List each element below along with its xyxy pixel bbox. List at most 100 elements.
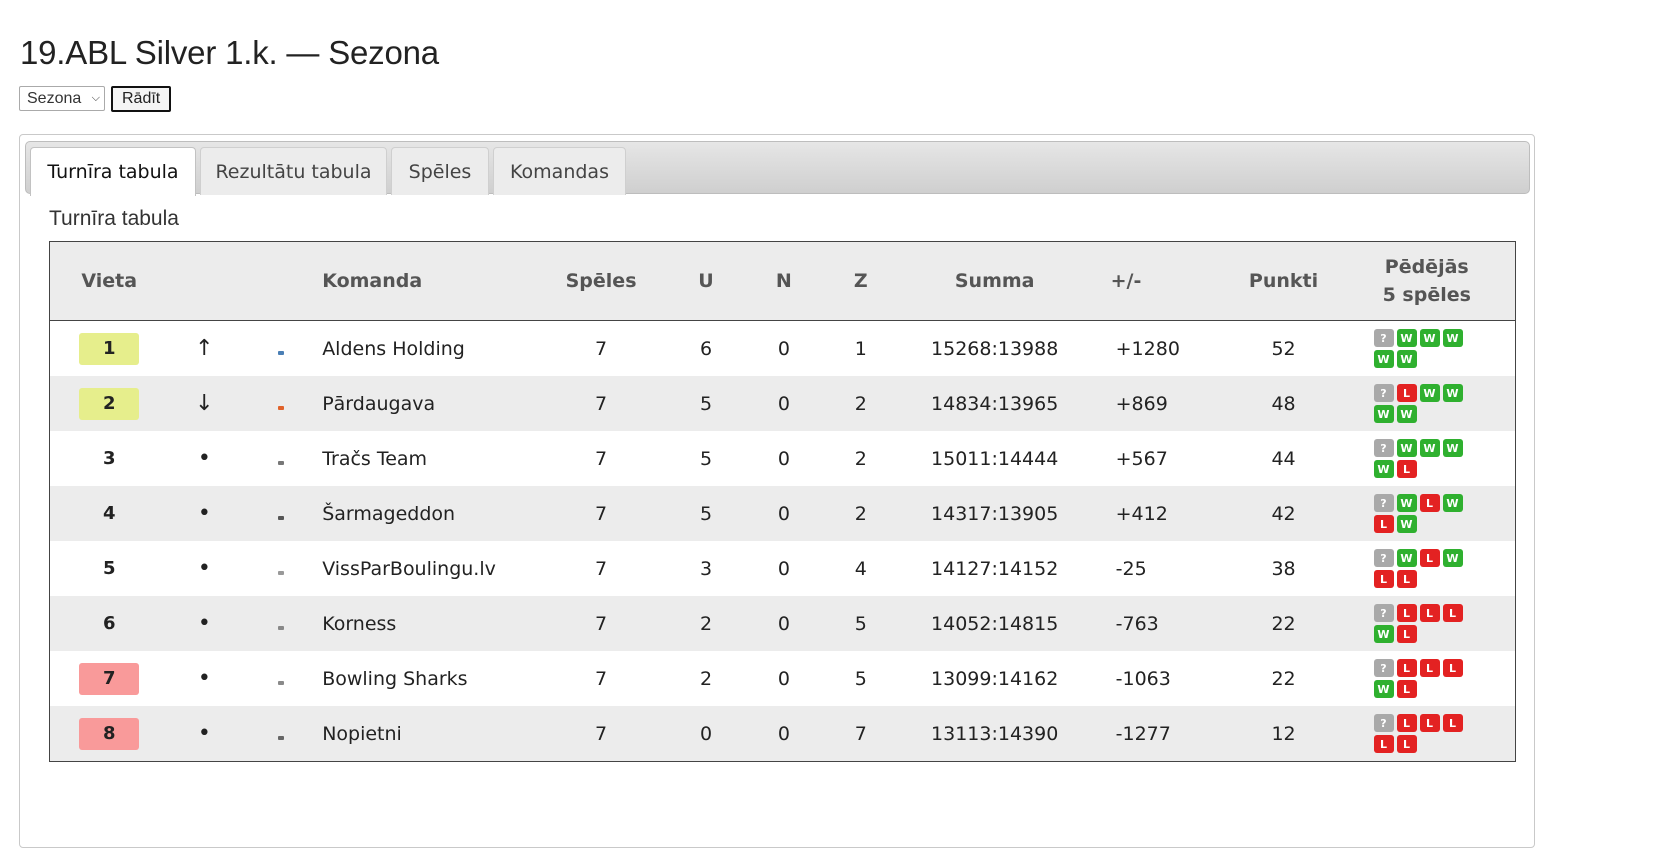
diff-cell: -1063 bbox=[1115, 667, 1171, 690]
team-name-link[interactable]: Korness bbox=[322, 613, 396, 635]
show-button[interactable]: Rādīt bbox=[111, 86, 172, 112]
table-row[interactable]: 3 • Tračs Team 7 5 0 2 15011:14444 +567 44? W W W W L bbox=[50, 431, 1516, 486]
header-games[interactable]: Spēles bbox=[545, 241, 658, 321]
table-row[interactable]: 4 • Šarmageddon 7 5 0 2 14317:13905 +412 42? W L W L W bbox=[49, 486, 1516, 541]
sum-cell: 14834:13965 bbox=[908, 376, 1081, 431]
sum-cell: 14127:14152 bbox=[931, 557, 1059, 580]
diff-cell: +412 bbox=[1080, 486, 1229, 541]
losses-cell: 5 bbox=[854, 667, 867, 690]
last-five-form: ? W L W L L bbox=[1339, 549, 1474, 588]
form-result-badge: ? bbox=[1373, 549, 1394, 567]
tab-results[interactable]: Rezultātu tabula bbox=[200, 147, 387, 195]
chevron-down-icon: ⌵ bbox=[91, 92, 100, 104]
header-team[interactable]: Komanda bbox=[322, 241, 546, 321]
table-row[interactable]: 7 • Bowling Sharks 7 2 0 5 13099:14162 -1063 22? L… bbox=[50, 651, 1516, 706]
form-result-badge: L bbox=[1442, 714, 1463, 732]
team-name-link[interactable]: VissParBoulingu.lv bbox=[322, 558, 496, 580]
trend-indicator: • bbox=[197, 501, 211, 526]
games-cell: 7 bbox=[545, 486, 658, 541]
form-result-badge: W bbox=[1373, 460, 1394, 478]
header-points[interactable]: Punkti bbox=[1228, 241, 1339, 321]
rank-badge: 7 bbox=[79, 662, 140, 695]
points-cell: 38 bbox=[1271, 557, 1296, 580]
team-logo bbox=[278, 625, 285, 630]
form-result-badge: ? bbox=[1373, 384, 1394, 402]
page-title: 19.ABL Silver 1.k. — Sezona bbox=[20, 34, 439, 71]
form-result-badge: W bbox=[1373, 680, 1394, 698]
tabs-panel: Turnīra tabula Rezultātu tabula Spēles K… bbox=[19, 134, 1535, 848]
trend-indicator: • bbox=[197, 611, 211, 636]
header-draws[interactable]: N bbox=[754, 241, 813, 321]
last-five-form: ? W W W W W bbox=[1339, 329, 1474, 368]
rank-badge: 1 bbox=[79, 332, 140, 365]
table-row[interactable]: 6 • Korness 7 2 0 5 14052:14815 -763 22? L L L W L bbox=[49, 596, 1516, 651]
team-name-link[interactable]: Bowling Sharks bbox=[322, 668, 467, 690]
table-row[interactable]: 1 ↑ Aldens Holding 7 6 0 1 15268:13988 +1280 52? W… bbox=[50, 321, 1516, 377]
form-result-badge: W bbox=[1442, 329, 1463, 347]
form-result-badge: ? bbox=[1373, 659, 1394, 677]
last-five-form: ? W W W W L bbox=[1339, 439, 1474, 478]
header-diff[interactable]: +/- bbox=[1080, 241, 1229, 321]
season-filter: Sezona ⌵ Rādīt bbox=[19, 86, 172, 112]
rank-badge: 3 bbox=[102, 447, 116, 469]
points-cell: 42 bbox=[1228, 486, 1339, 541]
sum-cell: 13113:14390 bbox=[908, 706, 1081, 762]
losses-cell: 2 bbox=[812, 486, 909, 541]
wins-cell: 2 bbox=[657, 596, 755, 651]
header-losses[interactable]: Z bbox=[812, 241, 909, 321]
losses-cell: 7 bbox=[812, 706, 909, 762]
form-result-badge: L bbox=[1442, 659, 1463, 677]
team-logo bbox=[278, 680, 285, 685]
header-wins[interactable]: U bbox=[657, 241, 755, 321]
wins-cell: 2 bbox=[699, 667, 713, 690]
last-five-form: ? L L L W L bbox=[1339, 604, 1474, 643]
table-row[interactable]: 5 • VissParBoulingu.lv 7 3 0 4 14127:14152 -25 38… bbox=[50, 541, 1516, 596]
team-name-link[interactable]: Pārdaugava bbox=[322, 393, 435, 415]
trend-indicator: • bbox=[197, 666, 211, 691]
table-row[interactable]: 2 ↓ Pārdaugava 7 5 0 2 14834:13965 +869 48? L W W W W bbox=[49, 376, 1516, 431]
form-result-badge: ? bbox=[1373, 714, 1394, 732]
form-result-badge: L bbox=[1396, 460, 1417, 478]
sum-cell: 14317:13905 bbox=[908, 486, 1081, 541]
team-logo bbox=[278, 515, 285, 520]
draws-cell: 0 bbox=[754, 706, 813, 762]
form-result-badge: L bbox=[1396, 570, 1417, 588]
trend-indicator: • bbox=[197, 446, 211, 471]
team-name-link[interactable]: Aldens Holding bbox=[322, 338, 465, 360]
tab-standings[interactable]: Turnīra tabula bbox=[30, 147, 196, 196]
games-cell: 7 bbox=[545, 376, 658, 431]
header-last5-line1: Pēdējās bbox=[1384, 256, 1469, 278]
header-place[interactable]: Vieta bbox=[49, 241, 169, 321]
table-row[interactable]: 8 • Nopietni 7 0 0 7 13113:14390 -1277 12? L L L L L bbox=[49, 706, 1516, 762]
losses-cell: 1 bbox=[854, 337, 867, 360]
form-result-badge: W bbox=[1442, 384, 1463, 402]
games-cell: 7 bbox=[595, 557, 608, 580]
team-name-link[interactable]: Nopietni bbox=[322, 723, 402, 745]
wins-cell: 5 bbox=[657, 376, 755, 431]
points-cell: 52 bbox=[1271, 337, 1296, 360]
form-result-badge: W bbox=[1373, 405, 1394, 423]
form-result-badge: W bbox=[1442, 549, 1463, 567]
form-result-badge: W bbox=[1419, 384, 1440, 402]
header-last5-line2: 5 spēles bbox=[1382, 284, 1471, 306]
tab-games[interactable]: Spēles bbox=[391, 147, 489, 195]
team-name-link[interactable]: Šarmageddon bbox=[322, 503, 455, 525]
last-five-form: ? L L L L L bbox=[1339, 714, 1474, 753]
tab-teams[interactable]: Komandas bbox=[493, 147, 626, 195]
wins-cell: 0 bbox=[657, 706, 755, 762]
draws-cell: 0 bbox=[777, 667, 790, 690]
season-select-value: Sezona bbox=[27, 89, 82, 107]
header-sum[interactable]: Summa bbox=[908, 241, 1081, 321]
draws-cell: 0 bbox=[754, 596, 813, 651]
draws-cell: 0 bbox=[754, 376, 813, 431]
wins-cell: 3 bbox=[699, 557, 713, 580]
season-select[interactable]: Sezona ⌵ bbox=[19, 86, 105, 111]
table-header-row: Vieta Komanda Spēles U N Z Summa +/- Pun… bbox=[49, 241, 1516, 321]
form-result-badge: ? bbox=[1373, 329, 1394, 347]
wins-cell: 5 bbox=[657, 486, 755, 541]
team-name-link[interactable]: Tračs Team bbox=[322, 448, 427, 470]
form-result-badge: L bbox=[1419, 494, 1440, 512]
points-cell: 22 bbox=[1271, 667, 1296, 690]
form-result-badge: W bbox=[1442, 494, 1463, 512]
form-result-badge: L bbox=[1419, 714, 1440, 732]
